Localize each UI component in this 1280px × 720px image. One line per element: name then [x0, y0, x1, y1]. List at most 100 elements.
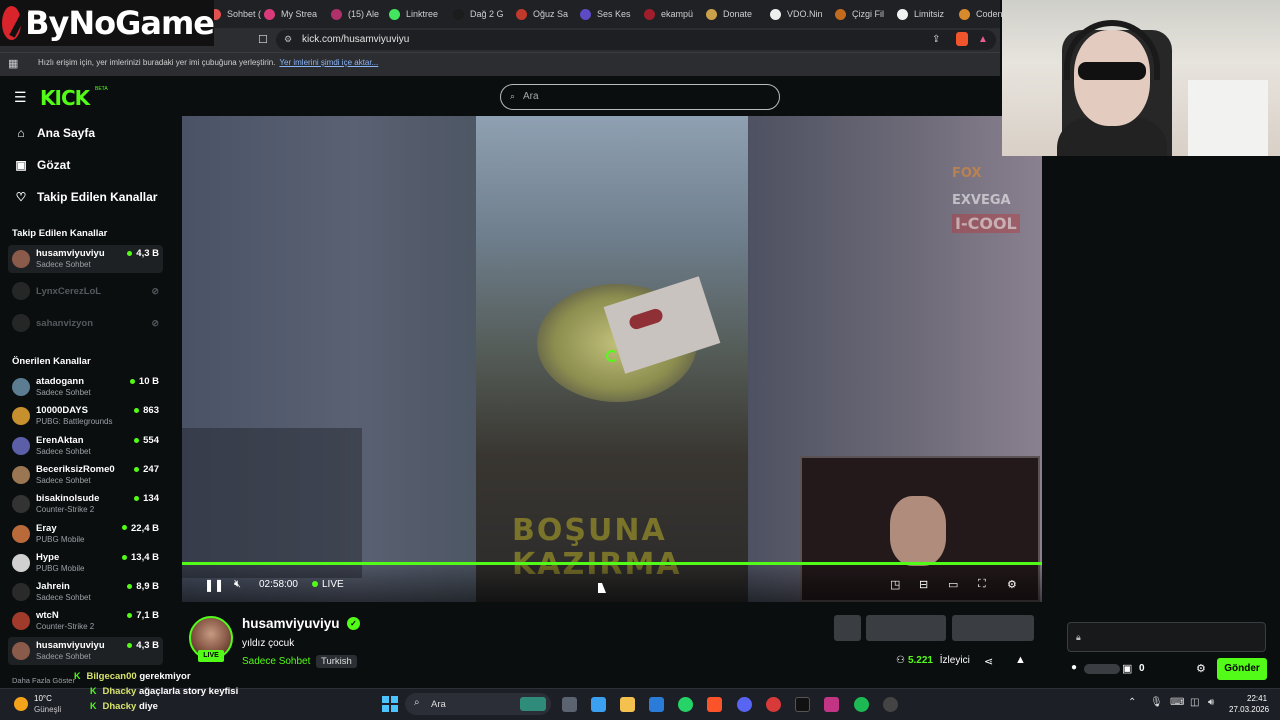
apps-grid-icon[interactable]: ▦ — [8, 57, 18, 70]
network-icon[interactable]: ◫ — [1190, 697, 1199, 708]
browser-tab[interactable]: (15) Ale — [331, 6, 379, 22]
mini-player-icon[interactable]: ◳ — [890, 578, 900, 591]
tab-favicon-icon — [959, 8, 970, 20]
tiktok-icon[interactable] — [795, 697, 810, 712]
file-explorer-icon[interactable] — [620, 697, 635, 712]
discord-icon[interactable] — [737, 697, 752, 712]
nav-home[interactable]: ⌂ Ana Sayfa — [14, 126, 95, 140]
nav-following[interactable]: ♡ Takip Edilen Kanallar — [14, 190, 158, 204]
followed-channel-item[interactable]: husamviyuviyu Sadece Sohbet 4,3 B — [8, 245, 163, 273]
channel-avatar — [12, 378, 30, 396]
recommended-channel-item[interactable]: Eray PUBG Mobile 22,4 B — [8, 520, 163, 548]
task-view-icon[interactable] — [562, 697, 577, 712]
hamburger-menu-icon[interactable]: ☰ — [14, 89, 27, 106]
kick-logo[interactable]: KICK — [40, 86, 90, 110]
video-sponsor-logos: FOX EXVEGA I-COOL — [952, 166, 1020, 233]
browser-tab[interactable]: Linktree — [389, 6, 438, 22]
emote-icon[interactable]: ● — [1071, 662, 1077, 673]
clock-date[interactable]: 27.03.2026 — [1229, 705, 1269, 714]
browser-tab[interactable]: Oğuz Sa — [516, 6, 568, 22]
live-dot-icon — [134, 466, 140, 472]
nav-browse[interactable]: ▣ Gözat — [14, 158, 70, 172]
webcam-shelf — [1188, 80, 1268, 156]
report-icon[interactable]: ▲ — [1015, 654, 1026, 666]
url-text[interactable]: kick.com/husamviyuviyu — [302, 34, 409, 45]
whatsapp-icon[interactable] — [678, 697, 693, 712]
recommended-channel-item[interactable]: BeceriksizRome0 Sadece Sohbet 247 — [8, 461, 163, 489]
notification-button[interactable] — [834, 615, 861, 641]
pause-icon[interactable]: ❚❚ — [204, 578, 224, 592]
mouse-cursor-icon — [598, 583, 606, 593]
channel-category: PUBG Mobile — [36, 563, 85, 573]
search-placeholder: Ara — [523, 91, 539, 102]
followed-channel-item[interactable]: sahanvizyon ⊘ — [8, 309, 163, 337]
nav-following-label: Takip Edilen Kanallar — [37, 190, 158, 204]
share-icon[interactable]: ⋖ — [984, 655, 993, 668]
recommended-channel-item[interactable]: Hype PUBG Mobile 13,4 B — [8, 549, 163, 577]
browser-tab[interactable]: Codena — [959, 6, 1008, 22]
recommended-channel-item[interactable]: atadogann Sadece Sohbet 10 B — [8, 373, 163, 401]
site-info-icon[interactable]: ⚙ — [284, 34, 292, 45]
instagram-icon[interactable] — [824, 697, 839, 712]
brave-shield-icon[interactable] — [956, 32, 968, 46]
clock-time[interactable]: 22:41 — [1247, 694, 1267, 703]
recommended-channel-item[interactable]: ErenAktan Sadece Sohbet 554 — [8, 432, 163, 460]
follow-button[interactable] — [866, 615, 946, 641]
mail-icon[interactable] — [649, 697, 664, 712]
fullscreen-icon[interactable]: ⛶ — [978, 578, 986, 591]
chat-username[interactable]: Dhacky — [103, 701, 137, 712]
recommended-channel-item[interactable]: wtcN Counter-Strike 2 7,1 B — [8, 607, 163, 635]
brave-browser-icon[interactable] — [707, 697, 722, 712]
bookmark-star-icon[interactable]: ☐ — [258, 33, 268, 46]
volume-icon[interactable]: 🔊︎ — [1208, 697, 1214, 708]
browser-tab[interactable]: Sohbet ( — [210, 6, 261, 22]
weather-temperature: 10°C — [34, 694, 52, 703]
browser-tab[interactable]: VDO.Nin — [770, 6, 823, 22]
import-bookmarks-link[interactable]: Yer imlerini şimdi içe aktar... — [279, 58, 378, 67]
chat-settings-icon[interactable]: ⚙ — [1196, 662, 1206, 675]
theater-mode-icon[interactable]: ▭ — [948, 578, 958, 591]
browser-tab[interactable]: ekampü — [644, 6, 693, 22]
video-player[interactable]: BOŞUNA KAZIRMA FOX EXVEGA I-COOL — [182, 116, 1042, 602]
spotify-icon[interactable] — [854, 697, 869, 712]
kick-beta-badge: BETA — [95, 86, 108, 92]
obs-icon[interactable] — [883, 697, 898, 712]
send-button[interactable]: Gönder — [1217, 658, 1267, 680]
category-link[interactable]: Sadece Sohbet — [242, 656, 310, 667]
settings-gear-icon[interactable]: ⚙ — [1007, 578, 1017, 591]
browser-tab[interactable]: Donate — [706, 6, 752, 22]
browser-tab[interactable]: Çizgi Fil — [835, 6, 884, 22]
tray-chevron-icon[interactable]: ⌃ — [1128, 697, 1136, 708]
browser-tab[interactable]: Ses Kes — [580, 6, 631, 22]
followed-channel-item[interactable]: LynxCerezLoL ⊘ — [8, 277, 163, 305]
recommended-channel-item[interactable]: Jahrein Sadece Sohbet 8,9 B — [8, 578, 163, 606]
clip-icon[interactable]: ⊟ — [919, 578, 928, 591]
gift-icon[interactable]: ▣ — [1122, 662, 1132, 675]
share-page-icon[interactable]: ⇪ — [932, 34, 940, 45]
show-more-link[interactable]: Daha Fazla Göster — [12, 676, 75, 685]
windows-start-icon[interactable] — [382, 696, 398, 712]
mute-icon[interactable]: 🔇︎ — [234, 578, 241, 591]
keyboard-icon[interactable]: ⌨ — [1170, 697, 1184, 708]
search-input[interactable] — [500, 84, 780, 110]
browser-tab[interactable]: Dağ 2 G — [453, 6, 504, 22]
channel-name: sahanvizyon — [36, 318, 94, 329]
live-dot-icon — [312, 581, 318, 588]
weather-sun-icon[interactable] — [14, 697, 28, 711]
recommended-channel-item[interactable]: 10000DAYS PUBG: Battlegrounds 863 — [8, 402, 163, 430]
browser-tab[interactable]: My Strea — [264, 6, 317, 22]
recommended-channel-item[interactable]: bisakinolsude Counter-Strike 2 134 — [8, 490, 163, 518]
streamer-name[interactable]: husamviyuviyu — [242, 616, 340, 631]
chat-username[interactable]: Bilgecan00 — [87, 671, 137, 682]
viewer-count-value: 22,4 B — [131, 522, 159, 534]
language-tag[interactable]: Turkish — [316, 655, 357, 668]
chat-message-input[interactable] — [1067, 622, 1266, 652]
store-icon[interactable] — [591, 697, 606, 712]
subscribe-button[interactable] — [952, 615, 1034, 641]
chat-username[interactable]: Dhacky — [103, 686, 137, 697]
app-red-icon[interactable] — [766, 697, 781, 712]
browser-tab[interactable]: Limitsiz — [897, 6, 944, 22]
recommended-channel-item[interactable]: husamviyuviyu Sadece Sohbet 4,3 B — [8, 636, 163, 665]
microphone-icon[interactable]: 🎙︎ — [1150, 697, 1163, 708]
brave-rewards-icon[interactable]: ▲ — [978, 34, 988, 45]
